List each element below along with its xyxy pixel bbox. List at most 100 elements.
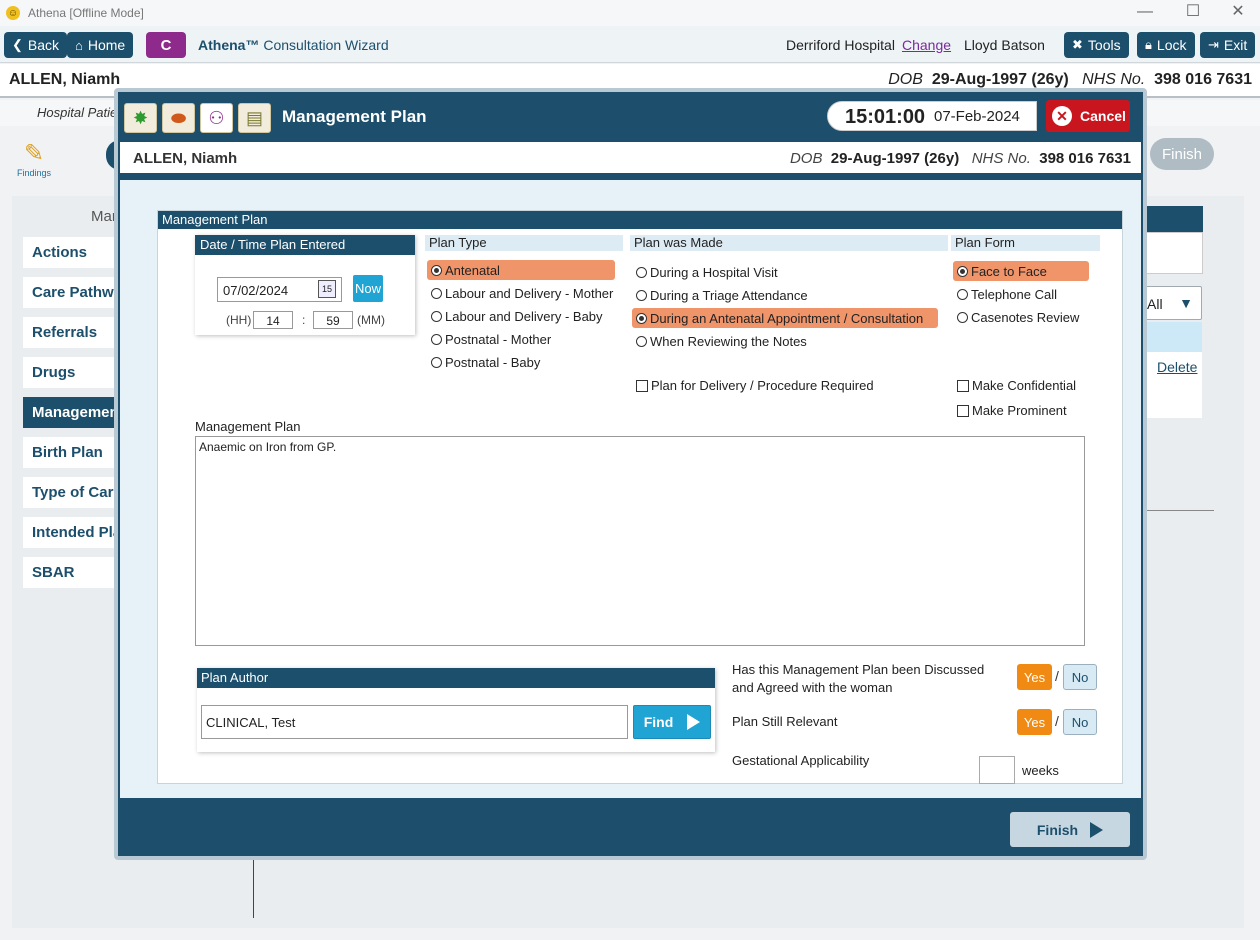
radio-icon [431, 356, 442, 368]
plan-form-casenotes-radio[interactable]: Casenotes Review [953, 307, 1079, 327]
gestational-weeks-input[interactable] [979, 756, 1015, 784]
calendar-icon[interactable]: 15 [318, 280, 336, 298]
tools-icon: ✖ [1072, 37, 1083, 52]
dialog-body: Management Plan Date / Time Plan Entered… [120, 180, 1141, 798]
radio-icon [431, 310, 442, 322]
home-icon: ⌂ [75, 37, 83, 53]
discussed-yes-button[interactable]: Yes [1017, 664, 1052, 690]
minimize-button[interactable]: — [1122, 2, 1168, 24]
plan-for-delivery-checkbox[interactable]: Plan for Delivery / Procedure Required [636, 378, 874, 393]
discussed-no-button[interactable]: No [1063, 664, 1097, 690]
hh-label: (HH) [226, 313, 252, 327]
finish-button[interactable]: Finish [1010, 812, 1130, 847]
dialog-patient-name: ALLEN, Niamh [133, 150, 238, 167]
plan-type-labour-mother-radio[interactable]: Labour and Delivery - Mother [427, 283, 613, 303]
management-plan-dialog: ✸ ⬬ ⚇ ▤ Management Plan 15:01:00 07-Feb-… [114, 88, 1147, 860]
sidebar-item-drugs[interactable]: Drugs [23, 357, 123, 388]
consultation-badge: C [146, 32, 186, 58]
sidebar-item-care-pathway[interactable]: Care Pathwa [23, 277, 123, 308]
finish-label: Finish [1036, 821, 1079, 838]
plan-made-antenatal-appointment-radio[interactable]: During an Antenatal Appointment / Consul… [632, 308, 938, 328]
make-prominent-checkbox[interactable]: Make Prominent [957, 403, 1067, 418]
plan-made-label: Plan was Made [630, 235, 948, 251]
home-label: Home [87, 37, 126, 53]
management-plan-label: Management Plan [195, 419, 301, 434]
sidebar-item-referrals[interactable]: Referrals [23, 317, 123, 348]
sidebar-item-type-of-care[interactable]: Type of Care [23, 477, 123, 508]
sidebar-item-sbar[interactable]: SBAR [23, 557, 123, 588]
radio-selected-icon [636, 312, 647, 324]
close-circle-icon: ✕ [1052, 106, 1072, 126]
radio-icon [957, 288, 968, 300]
background-filter-select[interactable]: All ▼ [1138, 286, 1202, 320]
hour-input[interactable]: 14 [253, 311, 293, 329]
plan-author-input[interactable]: CLINICAL, Test [201, 705, 628, 739]
background-divider [1144, 510, 1214, 511]
plan-form-face-to-face-radio[interactable]: Face to Face [953, 261, 1089, 281]
home-button[interactable]: ⌂ Home [67, 32, 134, 58]
dialog-title: Management Plan [282, 107, 427, 126]
dialog-header: ✸ ⬬ ⚇ ▤ Management Plan 15:01:00 07-Feb-… [118, 92, 1143, 138]
plan-form-telephone-radio[interactable]: Telephone Call [953, 284, 1057, 304]
checkbox-icon [636, 379, 648, 392]
delete-link[interactable]: Delete [1157, 359, 1197, 375]
back-button[interactable]: ❮ Back [4, 32, 68, 58]
make-confidential-checkbox[interactable]: Make Confidential [957, 378, 1076, 393]
radio-icon [957, 311, 968, 323]
exit-label: Exit [1223, 37, 1248, 53]
plan-type-postnatal-baby-radio[interactable]: Postnatal - Baby [427, 352, 540, 372]
clock-time: 15:01:00 [845, 106, 926, 128]
relevant-no-button[interactable]: No [1063, 709, 1097, 735]
plan-date-input[interactable]: 07/02/2024 15 [217, 277, 342, 302]
section-title: Management Plan [158, 211, 1122, 229]
sidebar-item-management[interactable]: Managemen [23, 397, 123, 428]
cancel-button[interactable]: ✕ Cancel [1046, 100, 1130, 132]
tools-button[interactable]: ✖ Tools [1064, 32, 1129, 58]
cancel-label: Cancel [1080, 108, 1126, 124]
now-button[interactable]: Now [353, 275, 383, 302]
relevant-yes-button[interactable]: Yes [1017, 709, 1052, 735]
maximize-button[interactable]: ☐ [1170, 2, 1216, 24]
user-name: Lloyd Batson [964, 37, 1045, 53]
plan-author-box: Plan Author CLINICAL, Test Find [197, 668, 715, 752]
minute-input[interactable]: 59 [313, 311, 353, 329]
radio-icon [636, 266, 647, 278]
sidebar-item-birth-plan[interactable]: Birth Plan [23, 437, 123, 468]
notes-pad-icon[interactable]: ▤ [238, 103, 271, 133]
background-table-row-selected[interactable] [1138, 322, 1202, 352]
find-label: Find [643, 714, 674, 730]
sidebar-item-intended-place[interactable]: Intended Pla [23, 517, 123, 548]
plan-type-postnatal-mother-radio[interactable]: Postnatal - Mother [427, 329, 551, 349]
date-time-title: Date / Time Plan Entered [195, 235, 415, 255]
change-hospital-link[interactable]: Change [902, 37, 951, 53]
plan-made-hospital-visit-radio[interactable]: During a Hospital Visit [632, 262, 778, 282]
relevant-slash: / [1055, 713, 1059, 729]
chevron-left-icon: ❮ [12, 37, 23, 52]
clinical-star-icon[interactable]: ✸ [124, 103, 157, 133]
management-plan-textarea[interactable]: Anaemic on Iron from GP. [195, 436, 1085, 646]
radio-icon [431, 333, 442, 345]
exit-button[interactable]: ⇥ Exit [1200, 32, 1256, 58]
patient-transfer-icon[interactable]: ⚇ [200, 103, 233, 133]
window-title: Athena [Offline Mode] [28, 6, 144, 20]
background-finish-button[interactable]: Finish [1150, 138, 1214, 170]
plan-made-reviewing-notes-radio[interactable]: When Reviewing the Notes [632, 331, 807, 351]
findings-button[interactable]: ✎ Findings [16, 140, 52, 178]
medication-capsule-icon[interactable]: ⬬ [162, 103, 195, 133]
dropdown-arrow-icon: ▼ [1179, 295, 1193, 311]
plan-type-antenatal-radio[interactable]: Antenatal [427, 260, 615, 280]
pencil-note-icon: ✎ [23, 140, 45, 167]
dialog-footer: Finish [118, 804, 1143, 856]
sub-banner-text: Hospital Patie [37, 105, 118, 120]
close-window-button[interactable]: ✕ [1215, 2, 1260, 24]
lock-button[interactable]: 🔒︎ Lock [1137, 32, 1195, 58]
radio-icon [636, 289, 647, 301]
relevant-question: Plan Still Relevant [732, 714, 838, 729]
find-author-button[interactable]: Find [633, 705, 711, 739]
checkbox-icon [957, 404, 969, 417]
plan-made-triage-radio[interactable]: During a Triage Attendance [632, 285, 808, 305]
discussed-slash: / [1055, 668, 1059, 684]
sidebar-item-actions[interactable]: Actions [23, 237, 123, 268]
plan-type-labour-baby-radio[interactable]: Labour and Delivery - Baby [427, 306, 603, 326]
mm-label: (MM) [357, 313, 385, 327]
